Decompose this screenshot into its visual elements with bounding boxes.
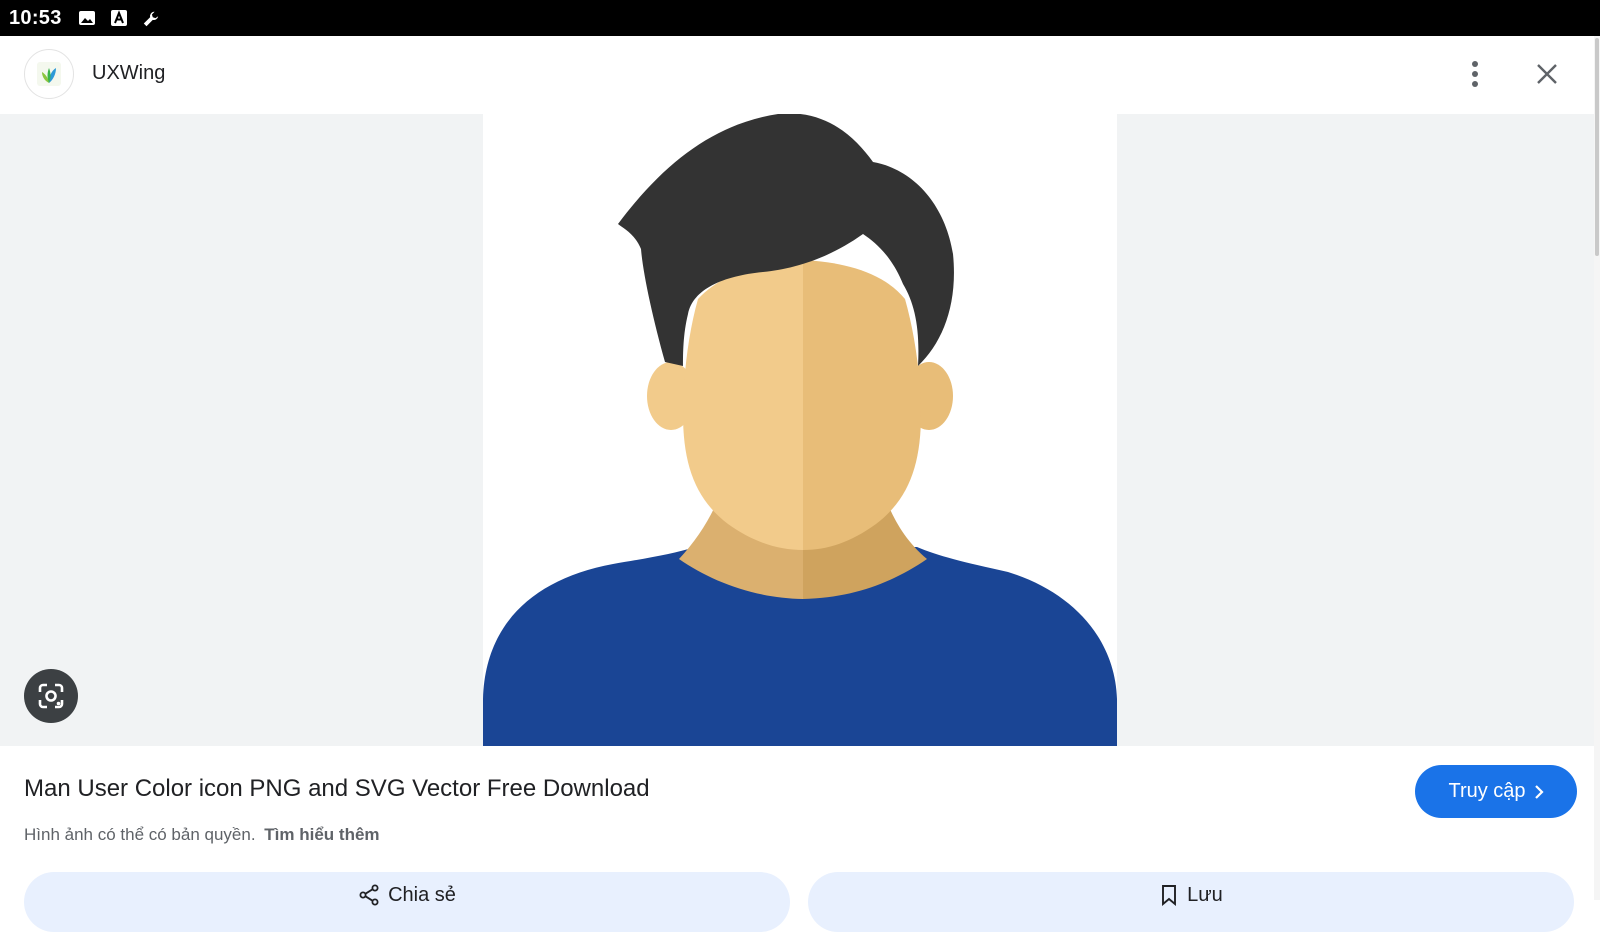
a-icon [110, 9, 128, 27]
share-label: Chia sẻ [388, 884, 456, 906]
preview-image[interactable] [483, 114, 1117, 746]
chevron-right-icon [1534, 784, 1544, 799]
status-bar: 10:53 [0, 0, 1600, 36]
scrollbar[interactable] [1594, 36, 1600, 900]
visit-label: Truy cập [1448, 780, 1526, 802]
google-lens-icon [38, 683, 64, 709]
save-button[interactable]: Lưu [808, 872, 1574, 932]
more-vert-icon [1472, 61, 1478, 87]
wrench-icon [142, 9, 160, 27]
site-name[interactable]: UXWing [92, 62, 165, 85]
scrollbar-thumb[interactable] [1595, 38, 1599, 256]
image-icon [78, 9, 96, 27]
share-icon [359, 884, 379, 906]
copyright-notice: Hình ảnh có thể có bản quyền. Tìm hiểu t… [24, 825, 380, 845]
face-right [803, 260, 921, 550]
image-viewer [0, 114, 1594, 746]
google-lens-button[interactable] [24, 669, 78, 723]
status-icons [78, 9, 160, 27]
copyright-text: Hình ảnh có thể có bản quyền. [24, 825, 256, 844]
visit-button[interactable]: Truy cập [1415, 765, 1577, 818]
close-button[interactable] [1527, 54, 1567, 94]
header: UXWing [0, 36, 1600, 114]
learn-more-link[interactable]: Tìm hiểu thêm [264, 825, 379, 844]
status-time: 10:53 [9, 6, 62, 29]
bookmark-icon [1162, 885, 1177, 906]
face-left [683, 260, 803, 550]
share-button[interactable]: Chia sẻ [24, 872, 790, 932]
image-title: Man User Color icon PNG and SVG Vector F… [24, 775, 650, 802]
uxwing-logo-icon[interactable] [24, 49, 74, 99]
man-user-color-icon [483, 114, 1117, 746]
more-options-button[interactable] [1460, 55, 1490, 93]
close-icon [1537, 64, 1557, 84]
save-label: Lưu [1187, 884, 1223, 906]
